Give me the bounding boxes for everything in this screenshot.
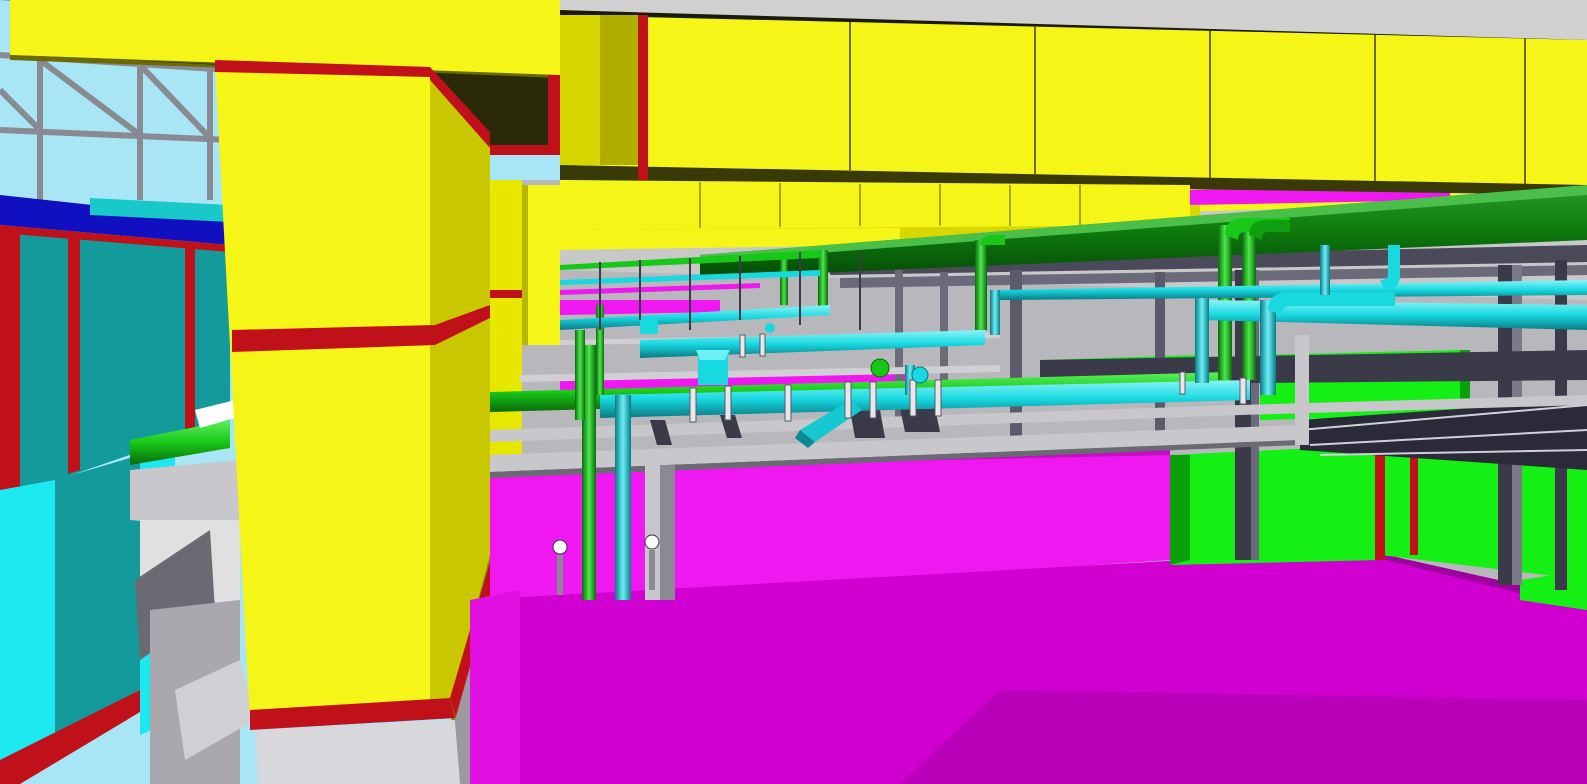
yellow-column <box>215 60 500 784</box>
model-viewport[interactable] <box>0 0 1587 784</box>
